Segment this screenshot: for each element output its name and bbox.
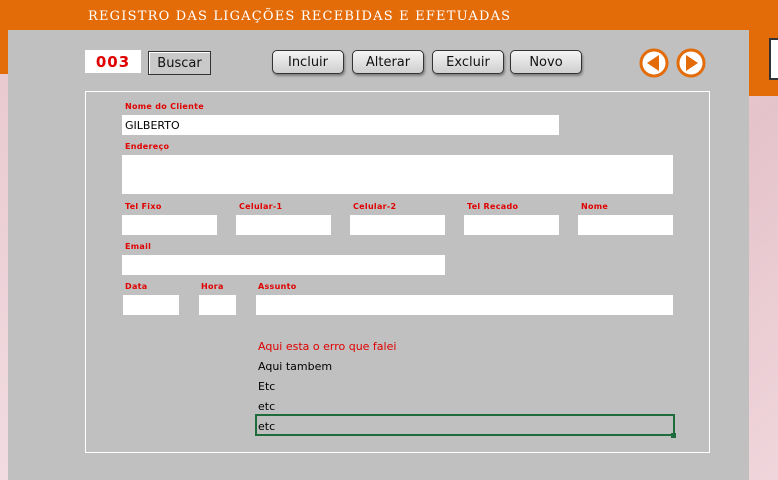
add-button[interactable]: Incluir — [272, 50, 344, 74]
time-label: Hora — [201, 282, 224, 291]
note-line: Aqui esta o erro que falei — [258, 340, 397, 353]
tel-recado-field[interactable] — [464, 215, 559, 235]
arrow-left-circle-icon[interactable] — [639, 48, 669, 78]
tel-fixo-field[interactable] — [122, 215, 217, 235]
tel-recado-label: Tel Recado — [467, 202, 519, 211]
subject-field[interactable] — [256, 295, 673, 315]
page-title: REGISTRO DAS LIGAÇÕES RECEBIDAS E EFETUA… — [88, 9, 512, 24]
note-line: Etc — [258, 380, 276, 393]
note-line: etc — [258, 400, 276, 413]
date-label: Data — [125, 282, 148, 291]
nome-field[interactable] — [578, 215, 673, 235]
celular1-label: Celular-1 — [239, 202, 283, 211]
edit-button[interactable]: Alterar — [352, 50, 424, 74]
note-line: Aqui tambem — [258, 360, 333, 373]
search-button[interactable]: Buscar — [148, 51, 211, 75]
new-button[interactable]: Novo — [510, 50, 582, 74]
subject-label: Assunto — [258, 282, 297, 291]
record-id: 003 — [85, 50, 141, 73]
date-field[interactable] — [123, 295, 179, 315]
nome-label: Nome — [581, 202, 609, 211]
time-field[interactable] — [199, 295, 236, 315]
delete-button[interactable]: Excluir — [432, 50, 504, 74]
email-label: Email — [125, 242, 152, 251]
arrow-right-circle-icon[interactable] — [676, 48, 706, 78]
celular1-field[interactable] — [236, 215, 331, 235]
address-field[interactable] — [122, 155, 673, 194]
selected-cell-outline[interactable] — [255, 414, 675, 436]
client-name-field[interactable]: GILBERTO — [122, 115, 559, 135]
address-label: Endereço — [125, 142, 170, 151]
email-field[interactable] — [122, 255, 445, 275]
celular2-field[interactable] — [350, 215, 445, 235]
client-name-label: Nome do Cliente — [125, 102, 204, 111]
side-control[interactable] — [769, 38, 778, 80]
fill-handle[interactable] — [671, 433, 676, 438]
celular2-label: Celular-2 — [353, 202, 397, 211]
tel-fixo-label: Tel Fixo — [125, 202, 162, 211]
